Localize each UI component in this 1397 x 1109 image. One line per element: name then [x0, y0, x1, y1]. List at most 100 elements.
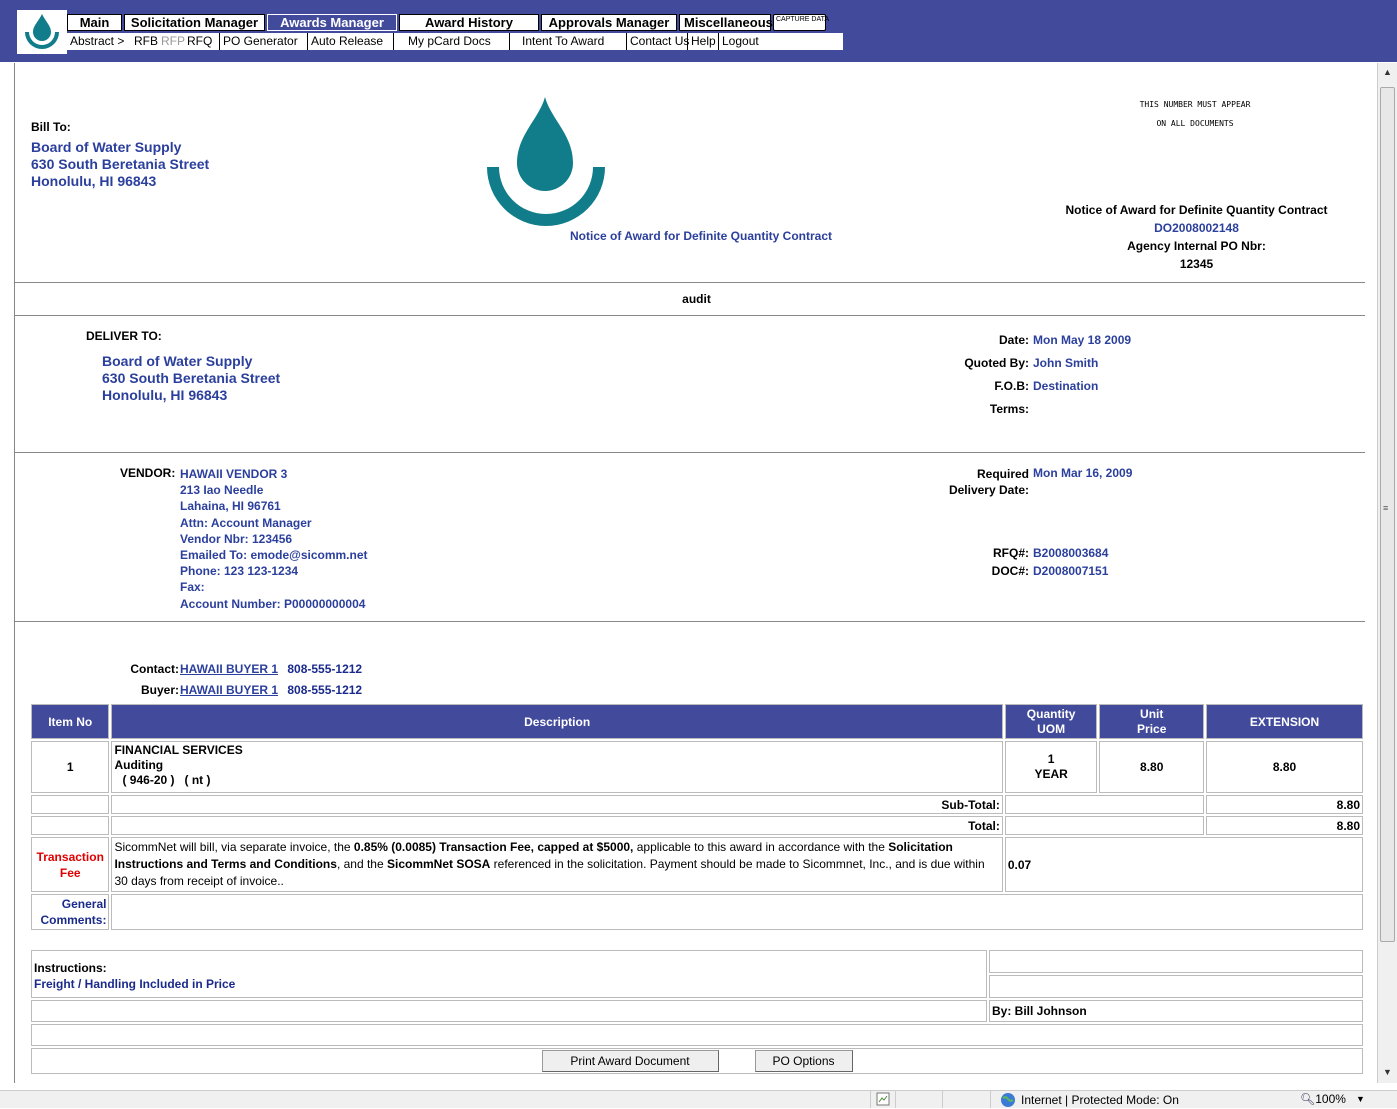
- nav-po-generator[interactable]: PO Generator: [220, 33, 308, 50]
- reference-values: B2008003684 D2008007151: [1033, 544, 1108, 580]
- nav-intent-to-award[interactable]: Intent To Award: [510, 33, 627, 50]
- nav-solicitation-manager[interactable]: Solicitation Manager: [124, 14, 265, 31]
- notice-line: ON ALL DOCUMENTS: [1156, 119, 1234, 128]
- primary-nav: Main Solicitation Manager Awards Manager…: [67, 14, 829, 31]
- buttons-cell: Print Award Document PO Options: [31, 1048, 1363, 1074]
- qty-value: 1: [1047, 752, 1055, 766]
- instructions-table: Instructions: Freight / Handling Include…: [29, 948, 1365, 1076]
- required-label: Required: [976, 467, 1029, 481]
- total-value: 8.80: [1206, 816, 1363, 835]
- delivery-info-labels: Date: Quoted By: F.O.B: Terms:: [895, 329, 1029, 421]
- empty-cell: [1004, 795, 1205, 814]
- transaction-fee-text: SicommNet will bill, via separate invoic…: [111, 837, 1003, 892]
- doc-label: DOC#:: [991, 564, 1029, 578]
- transaction-fee-value: 0.07: [1004, 837, 1363, 892]
- deliver-line: Board of Water Supply: [102, 353, 253, 369]
- section-title: audit: [682, 292, 711, 306]
- vendor-line: Phone: 123 123-1234: [180, 564, 299, 579]
- page-status-icon: [870, 1091, 896, 1108]
- transaction-fee-row: Transaction Fee SicommNet will bill, via…: [31, 837, 1363, 892]
- item-extension: 8.80: [1206, 741, 1363, 793]
- comments-label-line: General: [61, 897, 107, 911]
- zoom-control[interactable]: 🔍︎ 100% ▼: [1300, 1092, 1365, 1106]
- instructions-value: Freight / Handling Included in Price: [34, 977, 236, 991]
- fee-text: applicable to this award in accordance w…: [633, 840, 889, 854]
- description-line: ( 946-20 ) ( nt ): [122, 773, 211, 787]
- col-unit-price: Unit Price: [1099, 704, 1205, 739]
- contact-name-link[interactable]: HAWAII BUYER 1: [180, 662, 278, 676]
- reference-labels: RFQ#: DOC#:: [915, 544, 1029, 580]
- nav-auto-release[interactable]: Auto Release: [308, 33, 394, 50]
- nav-rfq[interactable]: RFQ: [184, 33, 220, 50]
- unit-header: Unit: [1140, 706, 1164, 721]
- nav-award-history[interactable]: Award History: [399, 14, 539, 31]
- nav-rfp[interactable]: RFP: [158, 33, 185, 50]
- empty-cell: [1004, 816, 1205, 835]
- vendor-line: Vendor Nbr: 123456: [180, 531, 293, 546]
- nav-main[interactable]: Main: [67, 14, 122, 31]
- contact-labels: Contact: Buyer:: [111, 659, 179, 701]
- buyer-phone: 808-555-1212: [287, 683, 363, 697]
- vendor-line: Fax:: [180, 580, 205, 595]
- fee-label-line: Transaction: [36, 849, 104, 864]
- col-item-no: Item No: [31, 704, 110, 739]
- quoted-by-label: Quoted By:: [964, 356, 1029, 370]
- quoted-by-value: John Smith: [1033, 356, 1099, 370]
- divider: [15, 452, 1365, 453]
- security-zone[interactable]: Internet | Protected Mode: On: [1000, 1092, 1179, 1108]
- nav-approvals-manager[interactable]: Approvals Manager: [541, 14, 677, 31]
- signed-by: By: Bill Johnson: [989, 1000, 1363, 1022]
- scroll-up-arrow-icon[interactable]: ▲: [1383, 67, 1392, 77]
- award-document: Bill To: Board of Water Supply 630 South…: [14, 63, 1378, 1083]
- status-pane: [966, 1091, 991, 1108]
- nav-miscellaneous[interactable]: Miscellaneous: [679, 14, 773, 31]
- uom-value: YEAR: [1034, 767, 1068, 781]
- vendor-line: Account Number: P00000000004: [180, 596, 366, 611]
- secondary-nav: Abstract > RFB RFP RFQ PO Generator Auto…: [67, 33, 843, 50]
- empty-cell: [31, 1000, 987, 1022]
- scroll-thumb[interactable]: [1380, 87, 1395, 942]
- nav-my-pcard-docs[interactable]: My pCard Docs: [394, 33, 510, 50]
- fee-text: , and the: [336, 857, 387, 871]
- buyer-name-link[interactable]: HAWAII BUYER 1: [180, 683, 278, 697]
- nav-logout[interactable]: Logout: [719, 33, 769, 50]
- subtotal-row: Sub-Total: 8.80: [31, 795, 1363, 814]
- nav-help[interactable]: Help: [688, 33, 719, 50]
- globe-icon: [1001, 1093, 1015, 1107]
- nav-awards-manager[interactable]: Awards Manager: [267, 14, 397, 31]
- description-line: FINANCIAL SERVICES: [114, 743, 243, 757]
- agency-po-label: Agency Internal PO Nbr:: [1127, 239, 1266, 253]
- right-title: Notice of Award for Definite Quantity Co…: [1065, 203, 1328, 217]
- agency-po-value: 12345: [1179, 257, 1214, 271]
- security-zone-text: Internet | Protected Mode: On: [1021, 1093, 1179, 1107]
- po-options-button[interactable]: PO Options: [754, 1050, 853, 1072]
- contact-phone: 808-555-1212: [287, 662, 363, 676]
- vendor-line: Lahaina, HI 96761: [180, 499, 281, 514]
- scroll-down-arrow-icon[interactable]: ▼: [1383, 1067, 1392, 1077]
- vertical-scrollbar[interactable]: ▲ ≡ ▼: [1377, 63, 1397, 1083]
- print-award-document-button[interactable]: Print Award Document: [541, 1050, 719, 1072]
- date-label: Date:: [998, 333, 1029, 347]
- water-drop-logo-icon: [487, 97, 605, 226]
- nav-rfb[interactable]: RFB: [131, 33, 158, 50]
- award-items-table: Item No Description Quantity UOM Unit Pric…: [29, 702, 1365, 932]
- nav-abstract[interactable]: Abstract >: [67, 33, 131, 50]
- buyer-label: Buyer:: [140, 683, 179, 697]
- date-value: Mon May 18 2009: [1033, 333, 1132, 347]
- zoom-dropdown-icon[interactable]: ▼: [1356, 1094, 1365, 1104]
- rfq-value: B2008003684: [1033, 546, 1109, 560]
- nav-contact-us[interactable]: Contact Us: [627, 33, 689, 50]
- empty-cell: [31, 795, 110, 814]
- empty-cell: [989, 975, 1363, 998]
- nav-capture-data[interactable]: CAPTURE DATA: [773, 14, 829, 31]
- col-quantity-uom: Quantity UOM: [1004, 704, 1098, 739]
- doc-number: DO2008002148: [1154, 221, 1239, 235]
- bill-to-line: Board of Water Supply: [31, 139, 182, 155]
- top-navigation-bar: Main Solicitation Manager Awards Manager…: [0, 0, 1397, 62]
- deliver-line: Honolulu, HI 96843: [102, 387, 228, 403]
- fee-label-line: Fee: [59, 865, 81, 880]
- subtotal-value: 8.80: [1206, 795, 1363, 814]
- deliver-to-label: DELIVER TO:: [86, 329, 162, 343]
- uom-header: UOM: [1037, 721, 1066, 736]
- divider: [15, 315, 1365, 316]
